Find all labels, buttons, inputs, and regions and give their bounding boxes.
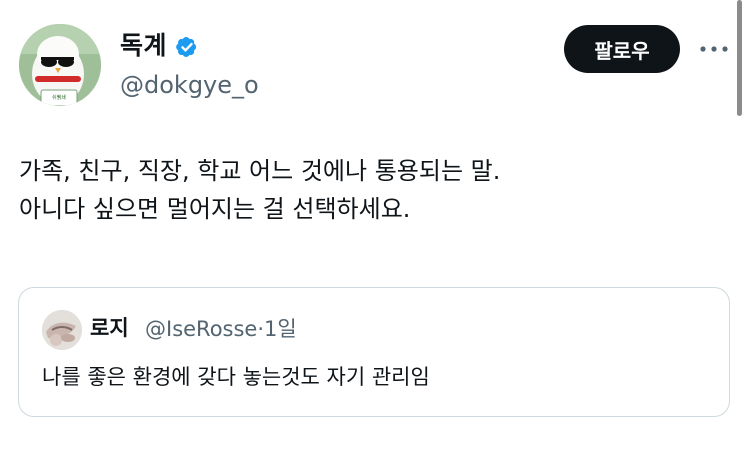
author-avatar[interactable]: 쉬뷁쇄 [19, 24, 101, 106]
verified-badge-icon [176, 37, 197, 57]
follow-button[interactable]: 팔로우 [564, 25, 680, 73]
quoted-author-handle[interactable]: @IseRosse [145, 317, 257, 341]
more-options-button[interactable] [697, 34, 731, 64]
avatar-caption: 쉬뷁쇄 [52, 94, 66, 101]
quoted-tweet-card[interactable]: 로지 @IseRosse·1일 나를 좋은 환경에 갖다 놓는것도 자기 관리임 [18, 287, 730, 417]
author-display-name[interactable]: 독계 [120, 30, 167, 62]
tweet-text-line: 가족, 친구, 직장, 학교 어느 것에나 통용되는 말. [19, 157, 501, 185]
page-scrollbar[interactable] [737, 0, 742, 116]
tweet-text-line: 아니다 싶으면 멀어지는 걸 선택하세요. [19, 195, 411, 223]
tweet-text: 가족, 친구, 직장, 학교 어느 것에나 통용되는 말. 아니다 싶으면 멀어… [19, 152, 719, 228]
quoted-author-name[interactable]: 로지 [90, 314, 129, 342]
follow-button-label: 팔로우 [594, 38, 650, 63]
more-horizontal-icon [700, 46, 728, 52]
quoted-author-avatar[interactable] [42, 310, 82, 350]
author-handle[interactable]: @dokgye_o [120, 70, 259, 100]
quoted-avatar-image [42, 310, 82, 350]
quoted-tweet-text: 나를 좋은 환경에 갖다 놓는것도 자기 관리임 [42, 365, 430, 389]
quoted-timestamp[interactable]: 1일 [264, 317, 297, 341]
author-avatar-image: 쉬뷁쇄 [19, 24, 101, 106]
quoted-author-meta: @IseRosse·1일 [145, 315, 297, 343]
